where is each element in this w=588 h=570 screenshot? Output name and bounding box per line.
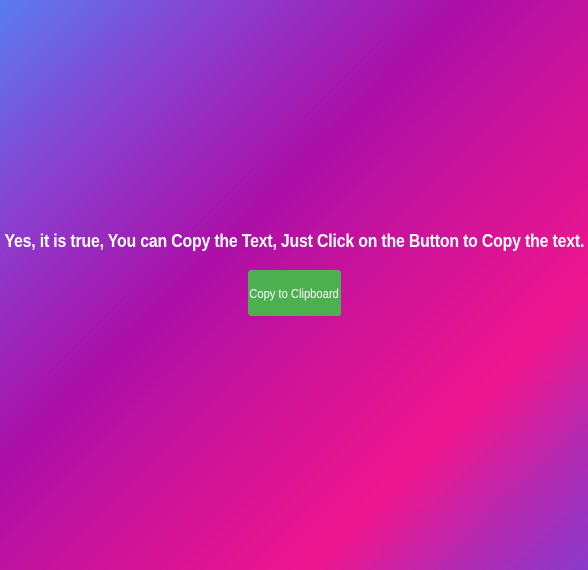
page-container: Yes, it is true, You can Copy the Text, …: [0, 0, 588, 570]
copy-to-clipboard-button[interactable]: Copy to Clipboard: [247, 270, 341, 316]
message-text: Yes, it is true, You can Copy the Text, …: [4, 231, 584, 251]
copy-button-label: Copy to Clipboard: [249, 285, 339, 301]
